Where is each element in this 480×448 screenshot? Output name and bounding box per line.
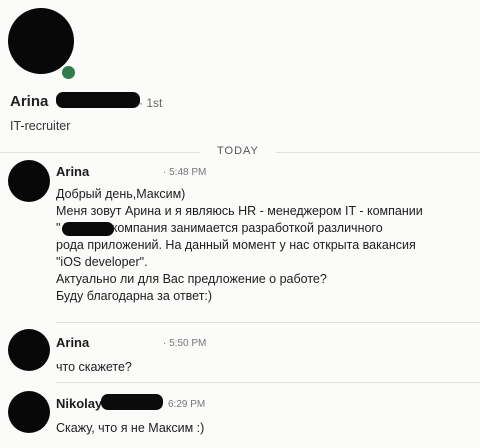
- divider-line-right: [276, 152, 480, 153]
- message-time: 6:29 PM: [168, 399, 206, 410]
- date-divider: TODAY: [217, 145, 259, 157]
- message-sender[interactable]: Arina: [56, 335, 89, 350]
- message-body: Добрый день,Максим) Меня зовут Арина и я…: [56, 186, 472, 305]
- message-line: Актуально ли для Вас предложение о работ…: [56, 272, 327, 286]
- message-avatar[interactable]: [8, 160, 50, 202]
- message-separator: [56, 322, 480, 323]
- redacted-surname: [101, 394, 163, 410]
- message-line: " ". Наша компания занимается разработко…: [56, 221, 383, 235]
- message-line: Добрый день,Максим): [56, 187, 186, 201]
- message-body: Скажу, что я не Максим :): [56, 421, 205, 435]
- redacted-surname: [56, 92, 140, 108]
- message-line: Меня зовут Арина и я являюсь HR - менедж…: [56, 204, 423, 218]
- message-line: "iOS developer".: [56, 255, 148, 269]
- message-avatar[interactable]: [8, 391, 50, 433]
- profile-name-text: Arina: [10, 93, 49, 110]
- message-line: рода приложений. На данный момент у нас …: [56, 238, 416, 252]
- message-body: что скажете?: [56, 360, 132, 374]
- divider-line-left: [0, 152, 200, 153]
- profile-headline: IT-recruiter: [10, 119, 71, 133]
- connection-degree: · 1st: [139, 96, 163, 110]
- profile-name[interactable]: Arina: [10, 93, 48, 110]
- message-sender[interactable]: Nikolay: [56, 396, 102, 411]
- online-status-dot: [60, 64, 77, 81]
- message-avatar[interactable]: [8, 329, 50, 371]
- message-time: · 5:48 PM: [163, 167, 207, 178]
- message-sender[interactable]: Arina: [56, 164, 89, 179]
- message-separator: [56, 382, 480, 383]
- message-line: Буду благодарна за ответ:): [56, 289, 213, 303]
- redacted-company-name: [62, 222, 114, 236]
- message-time: · 5:50 PM: [163, 338, 207, 349]
